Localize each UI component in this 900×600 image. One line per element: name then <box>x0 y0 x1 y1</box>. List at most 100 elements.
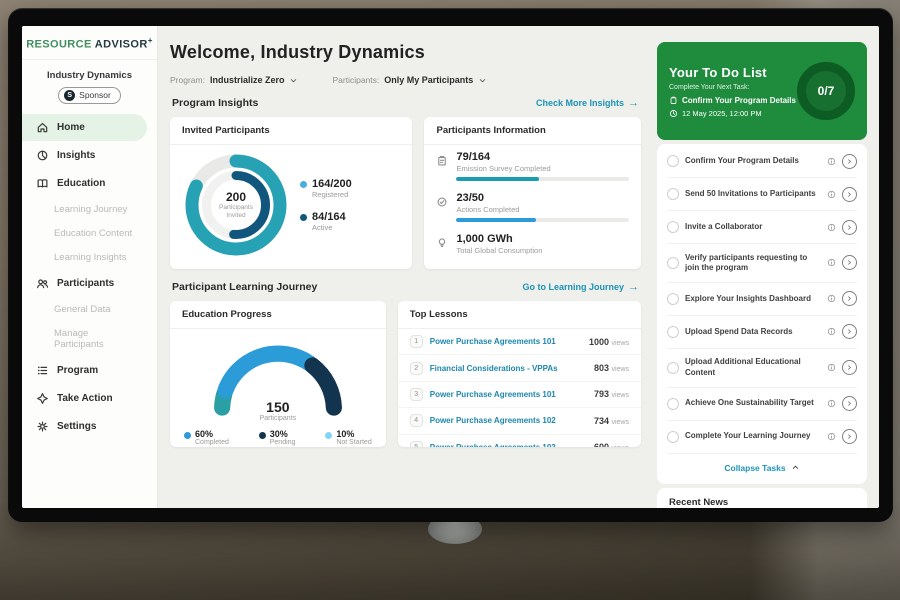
clock-icon <box>669 109 678 118</box>
top-lessons-list: 1Power Purchase Agreements 1011000 views… <box>398 329 641 447</box>
legend-dot <box>184 432 191 439</box>
task-label: Achieve One Sustainability Target <box>685 398 821 408</box>
progress-bar <box>456 177 629 181</box>
lesson-rank: 5 <box>410 441 423 447</box>
sidebar-item-home[interactable]: Home <box>22 114 147 141</box>
task-open-button[interactable] <box>842 324 857 339</box>
info-value: 23/50 <box>456 192 629 204</box>
sidebar-item-education[interactable]: Education <box>22 170 147 197</box>
task-open-button[interactable] <box>842 396 857 411</box>
task-row-verify-participants-requesting-to-join-the-program: Verify participants requesting to join t… <box>667 244 857 283</box>
lesson-link[interactable]: Power Purchase Agreements 101 <box>430 390 587 399</box>
sidebar-item-participants[interactable]: Participants <box>22 270 147 297</box>
insights-icon <box>36 149 49 162</box>
card-title: Top Lessons <box>398 301 641 329</box>
sidebar-item-manage-participants[interactable]: Manage Participants <box>22 322 147 356</box>
legend-dot <box>300 181 307 188</box>
filter-participants[interactable]: Participants:Only My Participants <box>332 75 487 85</box>
legend-text: 84/164Active <box>312 211 346 232</box>
task-checkbox[interactable] <box>667 431 679 443</box>
sidebar-item-insights[interactable]: Insights <box>22 142 147 169</box>
task-checkbox[interactable] <box>667 188 679 200</box>
donut-center: 200 Participants Invited <box>184 153 288 257</box>
chevron-down-icon <box>478 76 487 85</box>
task-open-button[interactable] <box>842 291 857 306</box>
info-icon[interactable] <box>827 294 836 303</box>
legend-label: Active <box>312 223 346 232</box>
invited-participants-card: Invited Participants 200 Participants In… <box>170 117 412 269</box>
filter-value: Only My Participants <box>384 75 473 85</box>
info-icon[interactable] <box>827 190 836 199</box>
check-more-insights-link[interactable]: Check More Insights → <box>536 98 639 109</box>
gauge-legend-item-completed: 60%Completed <box>184 429 229 446</box>
legend-pct: 60% <box>195 429 229 439</box>
gauge-legend-item-pending: 30%Pending <box>259 429 296 446</box>
info-icon[interactable] <box>827 399 836 408</box>
home-icon <box>36 121 49 134</box>
info-row-emission-survey-completed: 79/164Emission Survey Completed <box>424 145 641 186</box>
sidebar-item-take-action[interactable]: Take Action <box>22 385 147 412</box>
sponsor-badge[interactable]: S Sponsor <box>58 87 121 104</box>
task-checkbox[interactable] <box>667 362 679 374</box>
recent-news-title: Recent News <box>669 497 855 508</box>
task-open-button[interactable] <box>842 429 857 444</box>
sidebar-item-education-content[interactable]: Education Content <box>22 222 147 245</box>
sidebar-item-label: Learning Journey <box>54 204 127 215</box>
todo-next-task: Confirm Your Program Details <box>669 96 796 105</box>
info-icon[interactable] <box>827 432 836 441</box>
task-label: Upload Additional Educational Content <box>685 357 821 378</box>
sidebar-item-label: Insights <box>57 150 95 161</box>
lesson-link[interactable]: Power Purchase Agreements 101 <box>430 337 582 346</box>
info-icon[interactable] <box>827 363 836 372</box>
task-checkbox[interactable] <box>667 221 679 233</box>
info-label: Emission Survey Completed <box>456 164 629 173</box>
info-icon[interactable] <box>827 258 836 267</box>
lesson-link[interactable]: Power Purchase Agreements 102 <box>430 416 587 425</box>
survey-icon <box>436 155 448 167</box>
lesson-link[interactable]: Power Purchase Agreements 103 <box>430 443 587 447</box>
task-open-button[interactable] <box>842 187 857 202</box>
task-checkbox[interactable] <box>667 293 679 305</box>
task-open-button[interactable] <box>842 154 857 169</box>
dashboard-screen: RESOURCE ADVISOR+ Industry Dynamics S Sp… <box>22 26 879 508</box>
arrow-right-icon: → <box>628 98 639 109</box>
task-checkbox[interactable] <box>667 326 679 338</box>
task-row-invite-a-collaborator: Invite a Collaborator <box>667 211 857 244</box>
gauge-legend: 60%Completed 30%Pending 10%Not Started <box>170 422 386 446</box>
lesson-row: 3Power Purchase Agreements 101793 views <box>398 382 641 408</box>
lesson-link[interactable]: Financial Considerations - VPPAs <box>430 364 587 373</box>
education-icon <box>36 177 49 190</box>
gauge-center: 150 Participants <box>203 399 353 422</box>
lesson-views: 1000 views <box>589 337 629 347</box>
sidebar-item-program[interactable]: Program <box>22 357 147 384</box>
todo-hero-card: Your To Do List Complete Your Next Task:… <box>657 42 867 140</box>
task-checkbox[interactable] <box>667 398 679 410</box>
filter-program[interactable]: Program:Industrialize Zero <box>170 75 298 85</box>
info-icon[interactable] <box>827 223 836 232</box>
task-open-button[interactable] <box>842 255 857 270</box>
info-row-body: 79/164Emission Survey Completed <box>456 151 629 181</box>
sidebar-item-learning-insights[interactable]: Learning Insights <box>22 246 147 269</box>
program-insights-header: Program Insights Check More Insights → <box>172 97 639 109</box>
info-icon[interactable] <box>827 327 836 336</box>
info-value: 79/164 <box>456 151 629 163</box>
task-checkbox[interactable] <box>667 155 679 167</box>
info-icon[interactable] <box>827 157 836 166</box>
legend-text: 10%Not Started <box>336 429 371 446</box>
sponsor-icon: S <box>64 90 75 101</box>
sidebar-item-general-data[interactable]: General Data <box>22 298 147 321</box>
task-open-button[interactable] <box>842 220 857 235</box>
task-open-button[interactable] <box>842 360 857 375</box>
go-to-learning-journey-link[interactable]: Go to Learning Journey → <box>522 282 639 293</box>
lesson-row: 1Power Purchase Agreements 1011000 views <box>398 329 641 355</box>
chevron-down-icon <box>289 76 298 85</box>
collapse-tasks-link[interactable]: Collapse Tasks <box>667 454 857 483</box>
donut-legend: 164/200Registered84/164Active <box>300 178 352 232</box>
todo-title: Your To Do List <box>669 65 796 80</box>
sidebar-item-learning-journey[interactable]: Learning Journey <box>22 198 147 221</box>
main-content: Welcome, Industry Dynamics Program:Indus… <box>158 26 655 508</box>
legend-text: 30%Pending <box>270 429 296 446</box>
participants-icon <box>36 277 49 290</box>
task-checkbox[interactable] <box>667 257 679 269</box>
sidebar-item-settings[interactable]: Settings <box>22 413 147 440</box>
